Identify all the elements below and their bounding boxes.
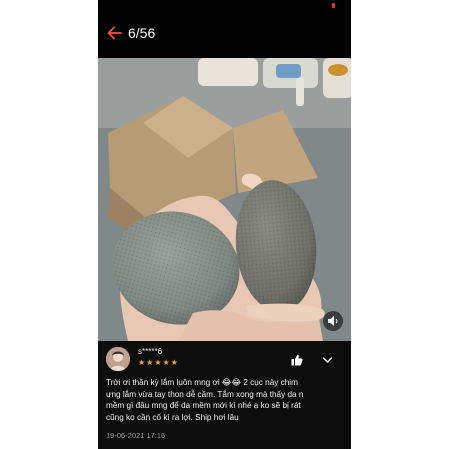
review-date: 19-06-2021 17:16 — [106, 431, 166, 440]
star-icon: ★ — [154, 358, 162, 367]
avatar — [106, 347, 130, 371]
thumbs-up-icon[interactable] — [291, 354, 303, 366]
star-rating: ★ ★ ★ ★ ★ — [138, 358, 178, 368]
review-photo[interactable] — [98, 58, 351, 341]
star-icon: ★ — [170, 358, 178, 367]
viewer-header: 6/56 — [98, 18, 351, 48]
review-panel: s*****6 ★ ★ ★ ★ ★ Trời ơi thần kỳ lắm lu… — [98, 341, 351, 449]
photo-image — [98, 58, 351, 341]
reviewer-username: s*****6 — [138, 347, 163, 356]
review-media-viewer: 6/56 s*****6 ★ ★ ★ ★ ★ Trời ơi thần kỳ l… — [98, 0, 351, 449]
image-counter: 6/56 — [128, 25, 156, 41]
star-icon: ★ — [138, 358, 146, 367]
volume-icon — [328, 316, 338, 326]
chevron-down-icon[interactable] — [322, 355, 333, 365]
avatar-image — [106, 347, 130, 371]
volume-button[interactable] — [323, 311, 343, 331]
star-icon: ★ — [162, 358, 170, 367]
star-icon: ★ — [146, 358, 154, 367]
arrow-left-icon[interactable] — [106, 24, 124, 42]
review-text: Trời ơi thần kỳ lắm luôn mng ơi 😂😂 2 cục… — [106, 378, 304, 422]
status-bar — [98, 0, 351, 12]
status-indicator — [332, 3, 335, 8]
